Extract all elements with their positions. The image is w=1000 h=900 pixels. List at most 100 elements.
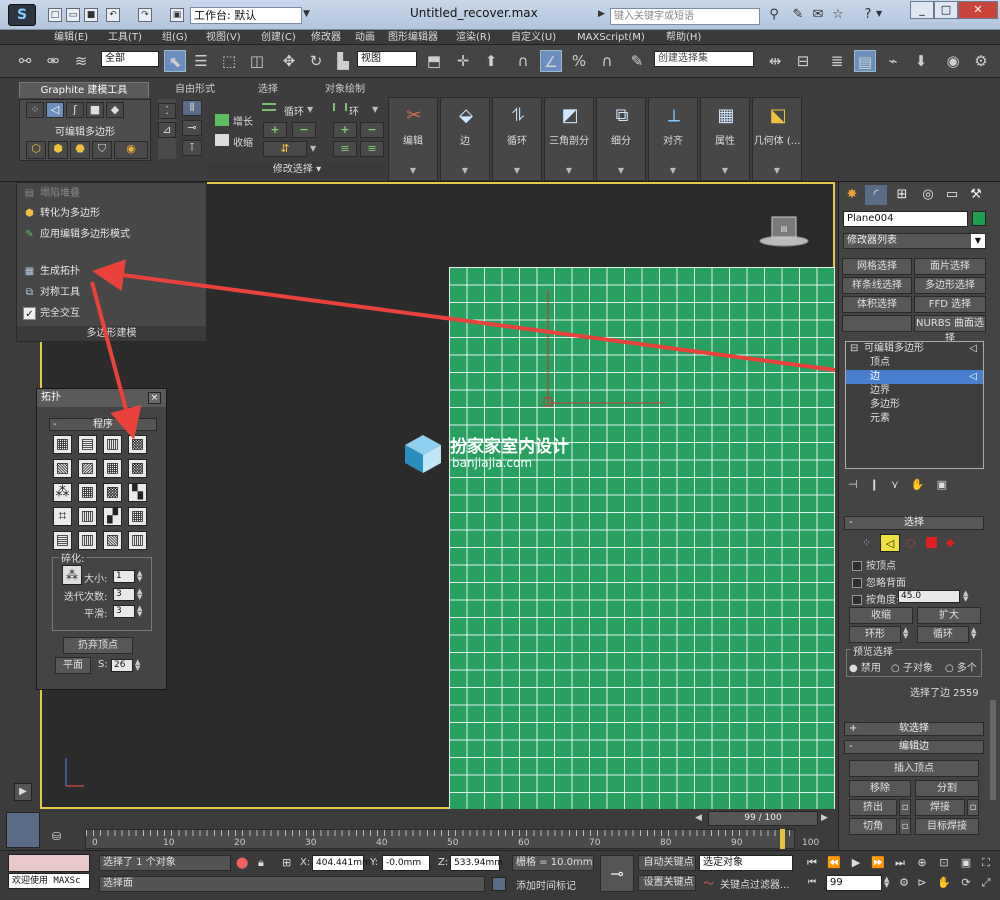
- procedures-rollout-header[interactable]: - 程序: [49, 418, 157, 431]
- search-expand-icon[interactable]: ▶: [598, 9, 610, 23]
- extrude-button[interactable]: 挤出: [849, 799, 897, 816]
- size-input[interactable]: 1: [113, 570, 135, 583]
- workspace-select[interactable]: 工作台: 默认: [190, 7, 302, 24]
- move-icon[interactable]: ✥: [278, 50, 300, 72]
- topology-pattern-cell[interactable]: ▦: [78, 483, 97, 502]
- ring-mode-a-icon[interactable]: ≡: [333, 141, 357, 157]
- stack-element[interactable]: 元素: [846, 412, 983, 426]
- shrink-button[interactable]: 收缩: [233, 134, 253, 149]
- edit-panel-button[interactable]: ✂ 编辑 ▼: [388, 97, 438, 181]
- subdivide-panel-button[interactable]: ⧉ 细分 ▼: [596, 97, 646, 181]
- rotate-icon[interactable]: ↻: [305, 50, 327, 72]
- select-by-name-icon[interactable]: ☰: [190, 50, 212, 72]
- sel-tool-icon[interactable]: ⊺: [182, 140, 202, 156]
- play-icon[interactable]: ▶: [848, 855, 864, 871]
- ring-mode-b-icon[interactable]: ≡: [360, 141, 384, 157]
- bind-spacewarp-icon[interactable]: ≋: [70, 50, 92, 72]
- spline-select-button[interactable]: 样条线选择: [842, 277, 912, 294]
- schematic-view-icon[interactable]: ⬇: [910, 50, 932, 72]
- s-input[interactable]: 26: [111, 659, 133, 672]
- topology-pattern-cell[interactable]: ▦: [103, 459, 122, 478]
- menu-item-generate-topology[interactable]: ▦ 生成拓扑: [23, 263, 80, 281]
- loop-dropdown-icon[interactable]: ▼: [307, 105, 313, 114]
- edge-mode-icon[interactable]: ◁: [46, 102, 64, 118]
- ring-dropdown-icon[interactable]: ▼: [372, 105, 378, 114]
- align-icon[interactable]: ⊟: [792, 50, 814, 72]
- topology-pattern-cell[interactable]: ▦: [128, 507, 147, 526]
- percent-snap-icon[interactable]: %: [568, 50, 590, 72]
- insert-vertex-button[interactable]: 插入顶点: [849, 760, 979, 777]
- redo-icon[interactable]: ↷: [138, 8, 152, 22]
- scale-icon[interactable]: ▙: [332, 50, 354, 72]
- poly-select-button[interactable]: 多边形选择: [914, 277, 986, 294]
- menu-modifiers[interactable]: 修改器: [311, 30, 341, 45]
- shrink-sel-button[interactable]: 收缩: [849, 607, 913, 624]
- use-stack-icon[interactable]: ⬣: [70, 141, 90, 159]
- render-setup-icon[interactable]: ⚙: [970, 50, 992, 72]
- time-tag-icon[interactable]: [492, 877, 506, 891]
- target-weld-button[interactable]: 目标焊接: [915, 818, 979, 835]
- x-coord-input[interactable]: 404.441mm: [312, 855, 371, 871]
- align-panel-button[interactable]: ⟂ 对齐 ▼: [648, 97, 698, 181]
- display-tab-icon[interactable]: ▭: [941, 185, 963, 205]
- topology-dialog-title[interactable]: 拓扑: [37, 389, 166, 407]
- next-frame-icon[interactable]: ⏩: [870, 855, 886, 871]
- vertex-subobj-icon[interactable]: ⁘: [862, 536, 871, 549]
- smooth-spinner-icon[interactable]: ▲ ▼: [137, 605, 142, 618]
- goto-start-icon[interactable]: ⏮: [804, 855, 820, 871]
- tab-object-paint[interactable]: 对象绘制: [305, 82, 385, 98]
- sel-by-vertex-icon[interactable]: ⁚: [158, 103, 176, 119]
- patch-select-button[interactable]: 面片选择: [914, 258, 986, 275]
- minimize-button[interactable]: _: [910, 1, 934, 19]
- menu-item-full-interactivity[interactable]: ✓ 完全交互: [23, 305, 80, 323]
- select-manipulate-icon[interactable]: ✛: [452, 50, 474, 72]
- mirror-icon[interactable]: ⇹: [764, 50, 786, 72]
- orbit-icon[interactable]: ⟳: [958, 875, 974, 891]
- command-panel-scrollbar[interactable]: [990, 700, 996, 800]
- loop-grow-icon[interactable]: +: [263, 122, 287, 138]
- border-mode-icon[interactable]: ʃ: [66, 102, 84, 118]
- topology-close-button[interactable]: ×: [148, 392, 161, 404]
- frame-spinner-icon[interactable]: ▲ ▼: [884, 876, 889, 889]
- topology-pattern-cell[interactable]: ▤: [53, 531, 72, 550]
- maximize-button[interactable]: □: [934, 1, 958, 19]
- frame-prev-icon[interactable]: ◀: [695, 813, 702, 823]
- sel-target-icon[interactable]: ⊸: [182, 120, 202, 136]
- app-logo-icon[interactable]: S: [8, 4, 36, 26]
- auto-key-button[interactable]: 自动关键点: [638, 855, 696, 871]
- angle-input[interactable]: 45.0: [898, 590, 960, 603]
- ffd-select-button[interactable]: FFD 选择: [914, 296, 986, 313]
- workspace-dropdown-icon[interactable]: ▼: [303, 9, 315, 22]
- spinner-snap-icon[interactable]: ∩: [596, 50, 618, 72]
- maxscript-mini-listener-pink[interactable]: [8, 854, 90, 872]
- maximize-viewport-icon[interactable]: ⛶: [978, 855, 994, 871]
- keyword-search-input[interactable]: 键入关键字或短语: [610, 8, 760, 25]
- edit-subobject-icon[interactable]: ⬢: [48, 141, 68, 159]
- binoculars-icon[interactable]: ⚲: [766, 7, 782, 23]
- viewport-layout-tab-icon[interactable]: [6, 812, 40, 848]
- selection-filter-select[interactable]: 全部: [101, 51, 159, 67]
- menu-animation[interactable]: 动画: [355, 30, 375, 45]
- loop-icon[interactable]: [262, 103, 276, 111]
- loop-spinner-icon[interactable]: ▲ ▼: [971, 627, 976, 640]
- by-angle-checkbox[interactable]: [852, 595, 862, 605]
- topology-pattern-cell[interactable]: ▧: [53, 459, 72, 478]
- menu-item-collapse-stack[interactable]: ▤ 塌陷堆叠: [23, 185, 80, 203]
- select-object-icon[interactable]: ⬉: [164, 50, 186, 72]
- menu-graph-editors[interactable]: 图形编辑器: [388, 30, 438, 45]
- time-slider[interactable]: 99 / 100: [708, 811, 818, 826]
- weld-settings-icon[interactable]: ▫: [967, 799, 979, 816]
- transform-gizmo[interactable]: [540, 285, 670, 410]
- sel-by-angle-icon[interactable]: ⊿: [158, 122, 176, 138]
- ignore-backface-option[interactable]: 忽略背面: [852, 574, 906, 589]
- by-angle-option[interactable]: 按角度:: [852, 591, 899, 606]
- modify-selection-group[interactable]: 修改选择 ▾: [208, 162, 386, 178]
- fov-icon[interactable]: ⊳: [914, 875, 930, 891]
- material-editor-icon[interactable]: ◉: [942, 50, 964, 72]
- stack-collapse-icon[interactable]: ⊟: [850, 342, 858, 356]
- remove-modifier-icon[interactable]: ✋: [911, 478, 937, 491]
- nurbs-select-button[interactable]: NURBS 曲面选择: [914, 315, 986, 344]
- key-mode-icon[interactable]: ⏮: [808, 877, 816, 887]
- stack-border[interactable]: 边界: [846, 384, 983, 398]
- topology-pattern-cell[interactable]: ▩: [128, 435, 147, 454]
